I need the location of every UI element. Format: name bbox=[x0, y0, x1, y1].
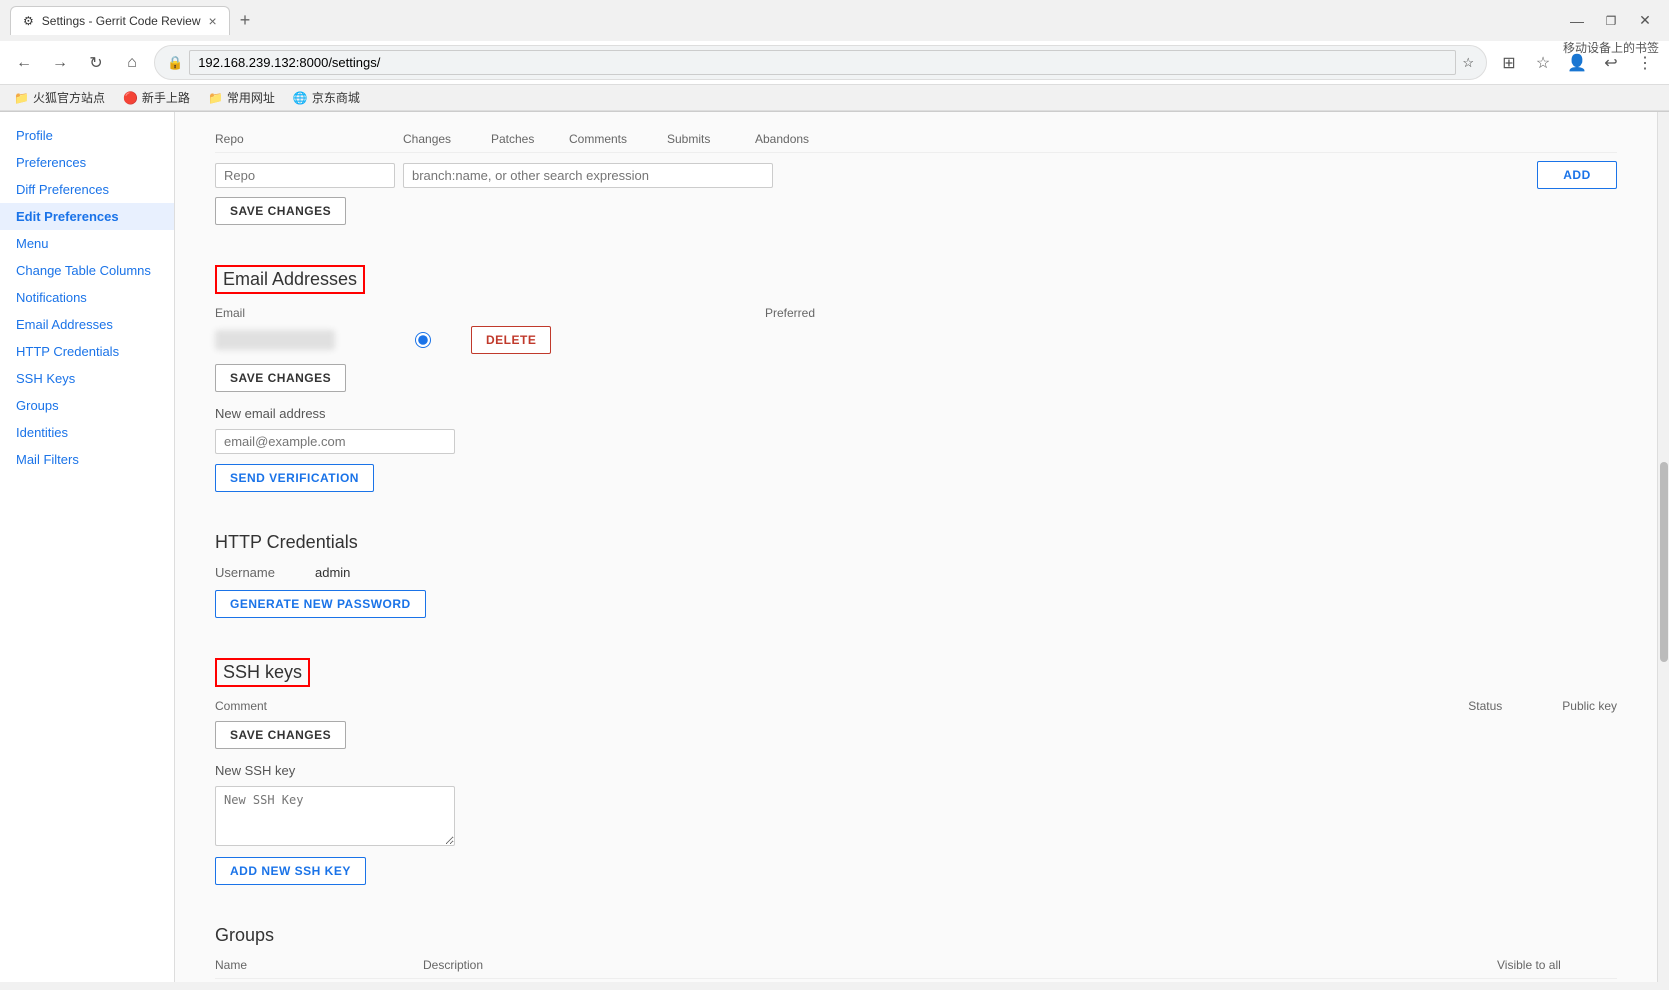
sidebar-item-change-table-columns[interactable]: Change Table Columns bbox=[0, 257, 174, 284]
app-layout: Profile Preferences Diff Preferences Edi… bbox=[0, 112, 1669, 982]
main-content: Repo Changes Patches Comments Submits Ab… bbox=[175, 112, 1657, 982]
close-tab-btn[interactable]: × bbox=[209, 13, 217, 29]
bookmark-sohu[interactable]: 📁火狐官方站点 bbox=[10, 87, 109, 108]
new-ssh-input[interactable] bbox=[215, 786, 455, 846]
groups-title: Groups bbox=[215, 925, 1617, 946]
col-comment: Comment bbox=[215, 699, 267, 713]
sidebar-item-diff-preferences[interactable]: Diff Preferences bbox=[0, 176, 174, 203]
email-row: DELETE bbox=[215, 326, 1617, 354]
col-email-label: Email bbox=[215, 306, 245, 320]
col-comments: Comments bbox=[569, 132, 659, 146]
send-verification-button[interactable]: SEND VERIFICATION bbox=[215, 464, 374, 492]
col-status: Status bbox=[1468, 699, 1502, 713]
browser-titlebar: ⚙ Settings - Gerrit Code Review × + — ❐ … bbox=[0, 0, 1669, 41]
sidebar-item-mail-filters[interactable]: Mail Filters bbox=[0, 446, 174, 473]
sidebar-item-groups[interactable]: Groups bbox=[0, 392, 174, 419]
watched-repos-header: Repo Changes Patches Comments Submits Ab… bbox=[215, 132, 1617, 153]
extensions-button[interactable]: ⊞ bbox=[1495, 49, 1523, 77]
add-ssh-key-button[interactable]: ADD NEW SSH KEY bbox=[215, 857, 366, 885]
sidebar-item-preferences[interactable]: Preferences bbox=[0, 149, 174, 176]
sidebar-item-ssh-keys[interactable]: SSH Keys bbox=[0, 365, 174, 392]
col-changes: Changes bbox=[403, 132, 483, 146]
reload-button[interactable]: ↻ bbox=[82, 49, 110, 77]
generate-password-button[interactable]: GENERATE NEW PASSWORD bbox=[215, 590, 426, 618]
sidebar-item-identities[interactable]: Identities bbox=[0, 419, 174, 446]
delete-email-button[interactable]: DELETE bbox=[471, 326, 551, 354]
col-name-label: Name bbox=[215, 958, 415, 972]
url-input[interactable] bbox=[189, 50, 1456, 75]
tab-favicon: ⚙ bbox=[23, 14, 34, 28]
sidebar-item-edit-preferences[interactable]: Edit Preferences bbox=[0, 203, 174, 230]
browser-chrome: ⚙ Settings - Gerrit Code Review × + — ❐ … bbox=[0, 0, 1669, 112]
bookmark-newuser[interactable]: 🔴新手上路 bbox=[119, 87, 194, 108]
http-credentials-section: HTTP Credentials Username admin GENERATE… bbox=[215, 532, 1617, 628]
new-ssh-label: New SSH key bbox=[215, 763, 295, 778]
username-row: Username admin bbox=[215, 565, 1617, 580]
bookmark-jd[interactable]: 🌐京东商城 bbox=[289, 87, 364, 108]
col-abandons: Abandons bbox=[755, 132, 845, 146]
email-blurred-value bbox=[215, 330, 335, 350]
add-repo-button[interactable]: ADD bbox=[1537, 161, 1617, 189]
col-patches: Patches bbox=[491, 132, 561, 146]
email-addresses-section: Email Addresses Email Preferred DELETE S… bbox=[215, 265, 1617, 502]
new-email-input[interactable] bbox=[215, 429, 455, 454]
watched-repos-save-button[interactable]: SAVE CHANGES bbox=[215, 197, 346, 225]
ssh-save-button[interactable]: SAVE CHANGES bbox=[215, 721, 346, 749]
sidebar: Profile Preferences Diff Preferences Edi… bbox=[0, 112, 175, 982]
back-button[interactable]: ← bbox=[10, 49, 38, 77]
ssh-keys-title: SSH keys bbox=[215, 658, 310, 687]
col-visible-label: Visible to all bbox=[1497, 958, 1617, 972]
sidebar-item-http-credentials[interactable]: HTTP Credentials bbox=[0, 338, 174, 365]
watched-repos-section: Repo Changes Patches Comments Submits Ab… bbox=[215, 132, 1617, 235]
col-public-key: Public key bbox=[1562, 699, 1617, 713]
active-tab[interactable]: ⚙ Settings - Gerrit Code Review × bbox=[10, 6, 230, 35]
sidebar-item-notifications[interactable]: Notifications bbox=[0, 284, 174, 311]
filter-input[interactable] bbox=[403, 163, 773, 188]
new-email-label: New email address bbox=[215, 406, 326, 421]
address-bar[interactable]: 🔒 ☆ bbox=[154, 45, 1487, 80]
preferred-radio[interactable] bbox=[415, 332, 431, 348]
col-repo: Repo bbox=[215, 132, 395, 146]
scrollbar-thumb[interactable] bbox=[1660, 462, 1668, 662]
close-button[interactable]: ✕ bbox=[1631, 7, 1659, 35]
add-repo-row: ADD bbox=[215, 161, 1617, 189]
repo-input[interactable] bbox=[215, 163, 395, 188]
col-preferred-label: Preferred bbox=[765, 306, 815, 320]
bookmark-star[interactable]: ☆ bbox=[1462, 55, 1474, 71]
mobile-bookmark[interactable]: 移动设备上的书签 bbox=[1553, 35, 1669, 60]
sidebar-item-menu[interactable]: Menu bbox=[0, 230, 174, 257]
username-value: admin bbox=[315, 565, 350, 580]
tab-title: Settings - Gerrit Code Review bbox=[42, 14, 201, 28]
browser-controls: ← → ↻ ⌂ 🔒 ☆ ⊞ ☆ 👤 ↩ ⋮ 移动设备上的书签 bbox=[0, 41, 1669, 85]
scrollbar-track[interactable] bbox=[1657, 112, 1669, 982]
secure-icon: 🔒 bbox=[167, 55, 183, 71]
col-description-label: Description bbox=[423, 958, 1489, 972]
sidebar-item-email-addresses[interactable]: Email Addresses bbox=[0, 311, 174, 338]
col-submits: Submits bbox=[667, 132, 747, 146]
new-tab-button[interactable]: + bbox=[234, 10, 257, 31]
bookmark-common[interactable]: 📁常用网址 bbox=[204, 87, 279, 108]
ssh-keys-section: SSH keys Comment Status Public key SAVE … bbox=[215, 658, 1617, 895]
forward-button[interactable]: → bbox=[46, 49, 74, 77]
email-save-button[interactable]: SAVE CHANGES bbox=[215, 364, 346, 392]
preferred-radio-group bbox=[415, 332, 431, 348]
username-label: Username bbox=[215, 565, 295, 580]
groups-table-header: Name Description Visible to all bbox=[215, 958, 1617, 979]
minimize-button[interactable]: — bbox=[1563, 7, 1591, 35]
restore-button[interactable]: ❐ bbox=[1597, 7, 1625, 35]
groups-section: Groups Name Description Visible to all A… bbox=[215, 925, 1617, 982]
email-addresses-title: Email Addresses bbox=[215, 265, 365, 294]
home-button[interactable]: ⌂ bbox=[118, 49, 146, 77]
bookmarks-bar: 📁火狐官方站点 🔴新手上路 📁常用网址 🌐京东商城 bbox=[0, 85, 1669, 111]
sidebar-item-profile[interactable]: Profile bbox=[0, 122, 174, 149]
http-credentials-title: HTTP Credentials bbox=[215, 532, 1617, 553]
